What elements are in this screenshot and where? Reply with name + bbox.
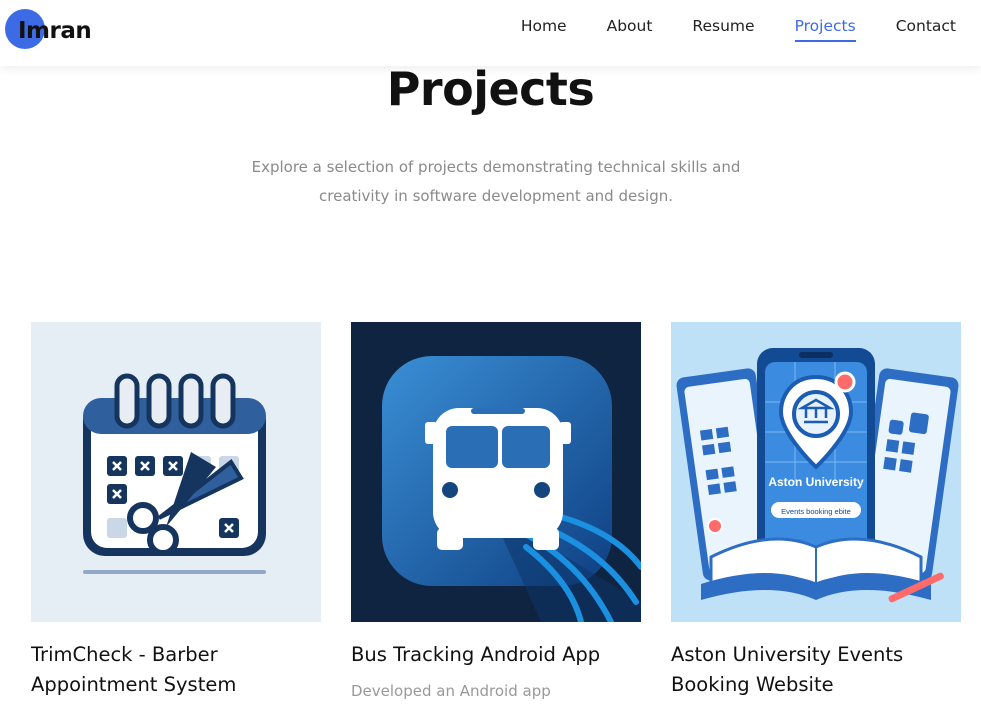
nav-resume[interactable]: Resume <box>692 17 754 42</box>
project-image-aston-events[interactable]: Aston University Events booking ebite <box>671 322 961 622</box>
nav-home[interactable]: Home <box>521 17 567 42</box>
nav-about[interactable]: About <box>607 17 653 42</box>
project-title[interactable]: Aston University Events Booking Website <box>671 640 961 700</box>
project-card-trimcheck[interactable]: TrimCheck - Barber Appointment System <box>31 322 321 700</box>
site-logo[interactable]: Imran <box>5 9 105 51</box>
bus-icon <box>351 322 641 622</box>
phone-map-pin-icon: Aston University Events booking ebite <box>671 322 961 622</box>
project-description: Developed an Android app <box>351 682 551 700</box>
logo-text: Imran <box>18 18 92 44</box>
calendar-scissors-icon <box>31 322 321 622</box>
nav-contact[interactable]: Contact <box>896 17 956 42</box>
project-title[interactable]: Bus Tracking Android App <box>351 640 641 670</box>
page-title: Projects <box>386 62 595 116</box>
project-image-bus-tracking[interactable] <box>351 322 641 622</box>
brand-text: Aston University <box>768 475 864 489</box>
nav-projects[interactable]: Projects <box>794 17 856 42</box>
project-title[interactable]: TrimCheck - Barber Appointment System <box>31 640 321 700</box>
project-card-bus-tracking[interactable]: Bus Tracking Android App Developed an An… <box>351 322 641 702</box>
site-header: Imran Home About Resume Projects Contact <box>0 0 981 66</box>
banner-text: Events booking ebite <box>781 507 851 516</box>
project-card-aston-events[interactable]: Aston University Events booking ebite As… <box>671 322 961 700</box>
project-image-trimcheck[interactable] <box>31 322 321 622</box>
page-subtitle: Explore a selection of projects demonstr… <box>251 158 741 205</box>
main-nav: Home About Resume Projects Contact <box>521 17 956 42</box>
